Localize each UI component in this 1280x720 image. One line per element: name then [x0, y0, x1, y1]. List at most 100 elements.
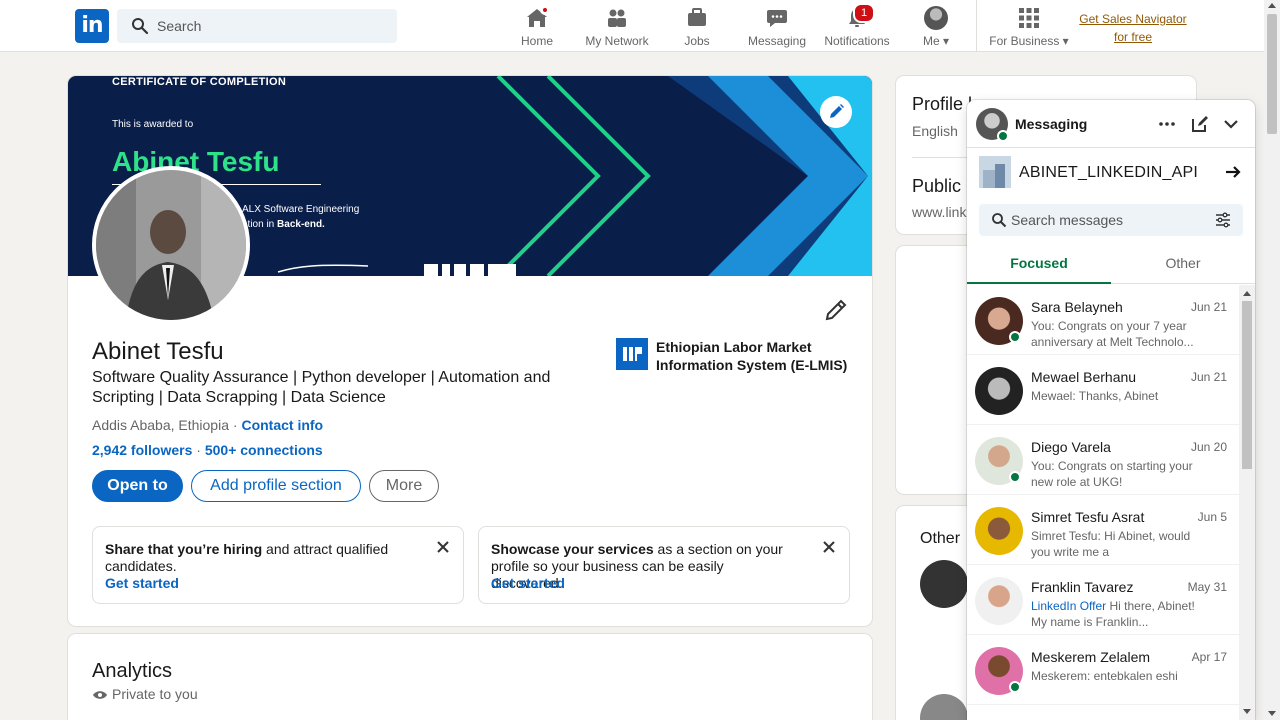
nav-for-business-label: For Business	[989, 34, 1060, 48]
nav-jobs[interactable]: Jobs	[674, 4, 720, 48]
chevron-down-icon: ▾	[942, 34, 950, 48]
conversation-date: Jun 21	[1190, 300, 1227, 314]
network-icon	[608, 9, 626, 27]
page-scrollbar[interactable]	[1264, 0, 1280, 720]
profile-language-title: Profile l	[912, 94, 973, 114]
online-status-dot	[1009, 471, 1021, 483]
conversation-date: Jun 5	[1197, 510, 1227, 524]
company-logo-graphic	[616, 338, 648, 370]
add-profile-section-button[interactable]: Add profile section	[191, 470, 361, 502]
home-notification-dot	[540, 5, 550, 15]
conversation-name: Mewael Berhanu	[1031, 369, 1137, 385]
pinned-thread-header[interactable]: ABINET_LINKEDIN_API	[967, 148, 1255, 196]
notifications-count-badge: 1	[853, 3, 875, 23]
compose-message-icon[interactable]	[1190, 114, 1210, 134]
conversation-item[interactable]: Mewael Berhanu Jun 21 Mewael: Thanks, Ab…	[967, 355, 1239, 425]
more-button[interactable]: More	[369, 470, 439, 502]
sales-navigator-line1: Get Sales Navigator	[1079, 12, 1187, 26]
profile-photo[interactable]	[92, 166, 250, 324]
nav-messaging-label: Messaging	[747, 34, 807, 48]
tab-focused[interactable]: Focused	[967, 244, 1111, 284]
location-separator: ·	[229, 417, 242, 433]
conversation-item[interactable]: Sara Belayneh Jun 21 You: Congrats on yo…	[967, 285, 1239, 355]
more-options-icon[interactable]	[1157, 114, 1177, 134]
linkedin-logo-icon[interactable]: in	[75, 9, 109, 43]
other-profile-avatar[interactable]	[920, 560, 968, 608]
close-icon[interactable]	[821, 539, 837, 555]
scrollbar-thumb[interactable]	[1267, 14, 1277, 134]
scroll-up-arrow-icon[interactable]	[1243, 291, 1251, 296]
analytics-privacy: Private to you	[112, 686, 198, 702]
analytics-title: Analytics	[92, 660, 173, 682]
suggestion-hiring-get-started[interactable]: Get started	[105, 575, 179, 591]
search-icon	[992, 213, 1007, 228]
messaging-header[interactable]: Messaging	[967, 100, 1255, 148]
conversation-avatar	[975, 367, 1023, 415]
analytics-card: Analytics Private to you	[68, 634, 872, 720]
conversation-preview: Simret Tesfu: Hi Abinet, would you write…	[1031, 529, 1191, 559]
suggestion-services-get-started[interactable]: Get started	[491, 575, 565, 591]
conversation-item[interactable]: Simret Tesfu Asrat Jun 5 Simret Tesfu: H…	[967, 495, 1239, 565]
tab-other[interactable]: Other	[1111, 244, 1255, 284]
edit-intro-pencil-icon[interactable]	[822, 296, 850, 324]
top-navigation-bar: in Home My Network Jobs Messaging 1 Noti…	[0, 0, 1264, 52]
global-search-input[interactable]	[157, 9, 387, 43]
filter-icon[interactable]	[1215, 212, 1231, 228]
stats-separator: ·	[192, 442, 205, 458]
profile-photo-image	[96, 170, 246, 320]
search-icon	[132, 18, 149, 35]
briefcase-icon	[688, 8, 706, 26]
eye-icon	[93, 691, 107, 700]
conversation-avatar	[975, 577, 1023, 625]
certificate-program: ALX Software Engineering ation in Back-e…	[242, 202, 402, 232]
nav-me[interactable]: Me ▾	[914, 4, 958, 48]
profile-language-value: English	[912, 123, 958, 139]
profile-location: Addis Ababa, Ethiopia	[92, 417, 229, 433]
conversation-list-scrollbar[interactable]	[1239, 285, 1255, 720]
conversation-item[interactable]: Franklin Tavarez May 31 LinkedIn Offer H…	[967, 565, 1239, 635]
public-profile-url[interactable]: www.link	[912, 204, 966, 220]
message-search-input[interactable]	[1011, 204, 1211, 236]
close-icon[interactable]	[435, 539, 451, 555]
profile-location-row: Addis Ababa, Ethiopia · Contact info	[92, 417, 323, 433]
online-status-dot	[997, 130, 1009, 142]
messaging-overlay: Messaging ABINET_LINKEDIN_API Focused Ot…	[967, 100, 1255, 720]
other-profile-avatar[interactable]	[920, 694, 968, 720]
nav-home[interactable]: Home	[514, 4, 560, 48]
nav-me-label: Me	[922, 34, 940, 48]
nav-messaging[interactable]: Messaging	[745, 4, 809, 48]
public-profile-title: Public	[912, 176, 962, 196]
scrollbar-thumb[interactable]	[1242, 301, 1252, 469]
profile-headline: Software Quality Assurance | Python deve…	[92, 369, 551, 406]
profile-top-card: CERTIFICATE OF COMPLETION This is awarde…	[68, 76, 872, 626]
conversation-item[interactable]: Diego Varela Jun 20 You: Congrats on sta…	[967, 425, 1239, 495]
nav-my-network[interactable]: My Network	[583, 4, 651, 48]
followers-link[interactable]: 2,942 followers	[92, 442, 192, 458]
edit-banner-button[interactable]	[820, 96, 852, 128]
thread-app-graphic	[979, 156, 1011, 188]
contact-info-link[interactable]: Contact info	[241, 417, 323, 433]
scroll-down-arrow-icon[interactable]	[1268, 711, 1276, 716]
chevron-down-icon[interactable]	[1221, 114, 1241, 134]
conversation-name: Sara Belayneh	[1031, 299, 1123, 315]
certificate-program-track: Back-end.	[277, 219, 325, 230]
nav-for-business[interactable]: For Business ▾	[988, 4, 1070, 48]
company-logo-icon	[616, 338, 648, 370]
chevron-down-icon: ▾	[1062, 34, 1069, 48]
messaging-title: Messaging	[1015, 116, 1088, 132]
message-search[interactable]	[979, 204, 1243, 236]
nav-notifications[interactable]: 1 Notifications	[822, 3, 892, 48]
thread-app-icon	[979, 156, 1011, 188]
open-to-button[interactable]: Open to	[92, 470, 183, 502]
scroll-down-arrow-icon[interactable]	[1243, 709, 1251, 714]
global-search[interactable]	[117, 9, 397, 43]
online-status-dot	[1009, 681, 1021, 693]
scroll-up-arrow-icon[interactable]	[1268, 3, 1276, 8]
sales-navigator-line2: for free	[1113, 30, 1152, 44]
conversation-item[interactable]: Meskerem Zelalem Apr 17 Meskerem: entebk…	[967, 635, 1239, 705]
messaging-icon	[767, 10, 787, 27]
arrow-right-icon[interactable]	[1223, 162, 1243, 182]
sales-navigator-link[interactable]: Get Sales Navigator for free	[1074, 10, 1192, 46]
connections-link[interactable]: 500+ connections	[205, 442, 323, 458]
other-profiles-title: Other	[920, 530, 961, 547]
